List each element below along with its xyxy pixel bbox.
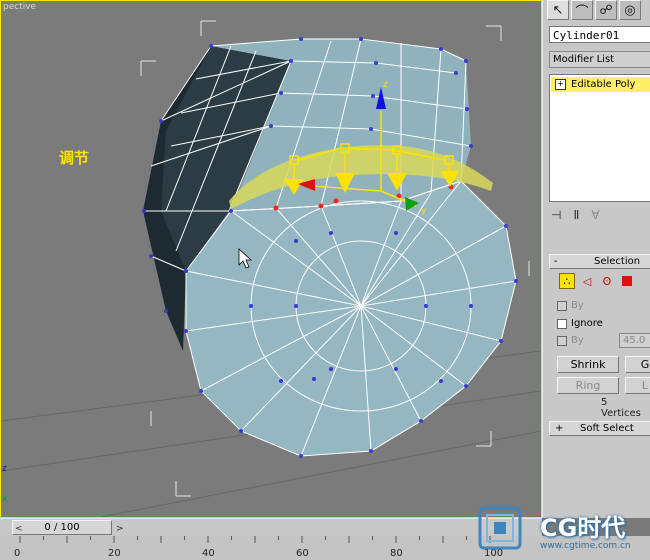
next-frame-arrow-icon[interactable]: > <box>116 523 124 536</box>
ignore-backfacing-row[interactable]: Ignore <box>557 318 603 329</box>
edge-mode-icon[interactable]: ◁ <box>579 273 595 289</box>
rollout-title: Soft Select <box>580 423 634 434</box>
ruler-label: 40 <box>202 548 215 559</box>
stack-item-label: Editable Poly <box>571 79 636 90</box>
modifier-stack[interactable]: + Editable Poly <box>549 74 650 202</box>
object-name-field[interactable]: Cylinder01 <box>549 26 650 43</box>
create-tab[interactable]: ↖ <box>547 0 569 20</box>
select-arrow-icon: ↖ <box>552 2 564 18</box>
subobject-icons: ∴ ◁ ʘ <box>559 273 635 289</box>
shrink-button[interactable]: Shrink <box>557 356 619 373</box>
border-mode-icon[interactable]: ʘ <box>599 273 615 289</box>
selection-rollout-header[interactable]: - Selection <box>549 254 650 269</box>
by-vertex-row[interactable]: By <box>557 300 584 311</box>
time-slider-label: 0 / 100 <box>44 522 80 533</box>
make-unique-icon[interactable]: ∀ <box>591 208 599 222</box>
ignore-backfacing-label: Ignore <box>571 318 603 329</box>
hierarchy-tab[interactable]: ☍ <box>595 0 617 20</box>
expand-plus-icon[interactable]: + <box>555 78 566 90</box>
rollout-title: Selection <box>594 256 641 267</box>
ignore-backfacing-checkbox[interactable] <box>557 318 567 329</box>
loop-button[interactable]: L <box>625 377 650 394</box>
polygon-mode-icon[interactable] <box>619 273 635 289</box>
cgtime-logo <box>478 506 522 550</box>
mesh-front-face <box>186 181 516 456</box>
command-panel: ↖ ⌒ ☍ ◎ Cylinder01 Modifier List + Editab… <box>542 0 650 518</box>
by-angle-checkbox[interactable] <box>557 335 567 346</box>
curve-icon: ⌒ <box>575 4 589 20</box>
time-slider[interactable]: < 0 / 100 > <box>12 520 124 536</box>
annotation-text: 调节 <box>59 149 90 167</box>
soft-selection-rollout-header[interactable]: + Soft Select <box>549 421 650 436</box>
command-tabs: ↖ ⌒ ☍ ◎ <box>547 0 641 22</box>
angle-input[interactable]: 45.0 <box>619 333 650 348</box>
grow-button[interactable]: G <box>625 356 650 373</box>
svg-text:x: x <box>2 494 8 504</box>
by-vertex-label: By <box>571 300 584 311</box>
collapse-icon: - <box>554 256 558 267</box>
ruler-label: 60 <box>296 548 309 559</box>
svg-text:y: y <box>421 206 427 216</box>
svg-text:z: z <box>2 464 7 474</box>
ring-button[interactable]: Ring <box>557 377 619 394</box>
expand-icon: + <box>555 423 564 434</box>
watermark-title: CG时代 <box>540 514 626 542</box>
watermark-url: www.cgtime.com.cn <box>540 541 631 551</box>
modifier-list-dropdown[interactable]: Modifier List <box>549 51 650 68</box>
ruler-label: 20 <box>108 548 121 559</box>
perspective-viewport[interactable]: pective z y z x 调节 <box>0 0 542 518</box>
by-angle-label: By <box>571 335 584 346</box>
time-slider-bar[interactable]: < 0 / 100 > <box>0 518 542 536</box>
stack-item-editable-poly[interactable]: + Editable Poly <box>551 77 650 92</box>
ruler-label: 80 <box>390 548 403 559</box>
hierarchy-icon: ☍ <box>599 2 613 18</box>
show-end-result-icon[interactable]: Ⅱ <box>573 208 579 222</box>
motion-tab[interactable]: ◎ <box>619 0 641 20</box>
ruler-label: 0 <box>14 548 20 559</box>
by-angle-row[interactable]: By <box>557 335 584 346</box>
vertex-mode-icon[interactable]: ∴ <box>559 273 575 289</box>
modify-tab[interactable]: ⌒ <box>571 0 593 20</box>
stack-toolbar: ⊣ Ⅱ ∀ <box>551 208 600 222</box>
mesh-scene[interactable]: z y z x <box>1 1 541 517</box>
svg-text:z: z <box>383 80 388 90</box>
pin-stack-icon[interactable]: ⊣ <box>551 208 561 222</box>
by-vertex-checkbox[interactable] <box>557 300 567 311</box>
prev-frame-arrow-icon[interactable]: < <box>15 523 23 536</box>
motion-icon: ◎ <box>624 2 636 18</box>
selection-count: 5 Vertices <box>601 397 641 419</box>
